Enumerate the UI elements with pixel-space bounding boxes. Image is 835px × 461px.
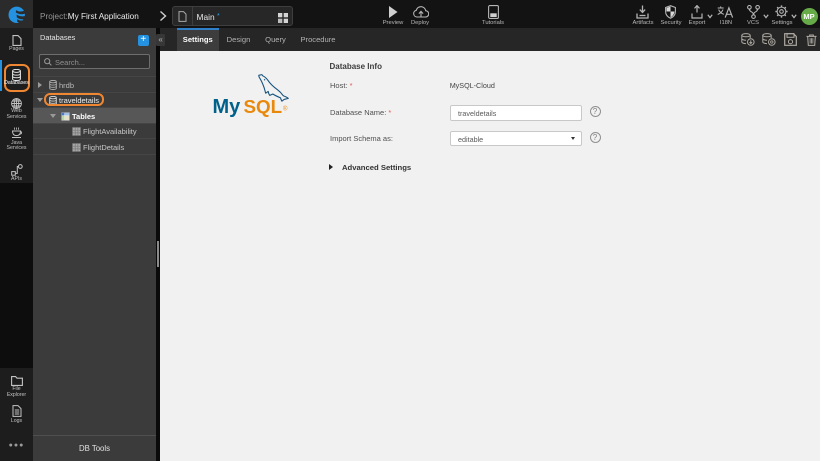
svg-text:SQL: SQL [244, 96, 283, 117]
svg-text:My: My [213, 96, 242, 118]
svg-text:®: ® [283, 106, 288, 113]
